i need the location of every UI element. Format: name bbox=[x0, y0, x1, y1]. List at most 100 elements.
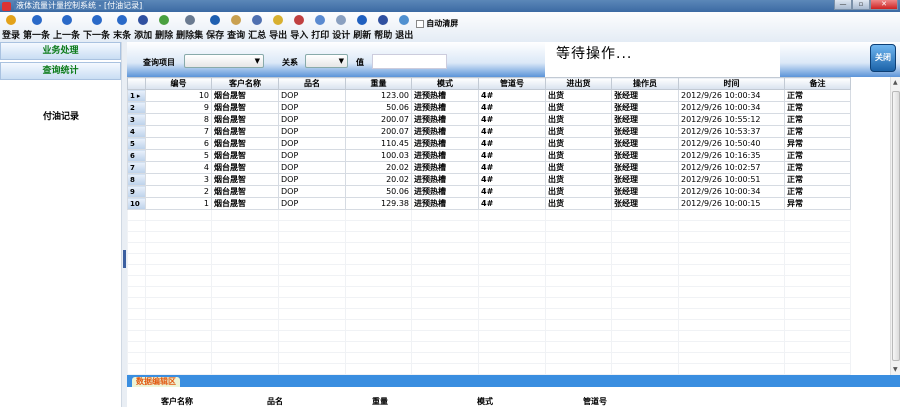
cell-7[interactable]: 张经理 bbox=[611, 173, 679, 186]
toolbar-button-5[interactable]: 添加 bbox=[134, 12, 152, 41]
cell-9[interactable]: 正常 bbox=[784, 161, 851, 174]
sidebar-button-query-stats[interactable]: 查询统计 bbox=[0, 62, 121, 80]
toolbar-button-15[interactable]: 刷新 bbox=[353, 12, 371, 41]
cell-0[interactable]: 1 bbox=[145, 197, 212, 210]
column-header[interactable]: 备注 bbox=[784, 77, 851, 90]
toolbar-button-17[interactable]: 退出 bbox=[395, 12, 413, 41]
row-number[interactable]: 5 bbox=[127, 137, 146, 150]
cell-3[interactable]: 50.06 bbox=[345, 185, 412, 198]
cell-9[interactable]: 正常 bbox=[784, 89, 851, 102]
toolbar-button-2[interactable]: 上一条 bbox=[53, 12, 80, 41]
checkbox-box[interactable] bbox=[416, 19, 425, 28]
cell-2[interactable]: DOP bbox=[278, 197, 346, 210]
column-header[interactable]: 管道号 bbox=[478, 77, 546, 90]
column-header[interactable]: 客户名称 bbox=[211, 77, 279, 90]
cell-9[interactable]: 正常 bbox=[784, 149, 851, 162]
cell-3[interactable]: 129.38 bbox=[345, 197, 412, 210]
toolbar-button-0[interactable]: 登录 bbox=[2, 12, 20, 41]
cell-7[interactable]: 张经理 bbox=[611, 125, 679, 138]
column-header[interactable]: 模式 bbox=[411, 77, 479, 90]
cell-5[interactable]: 4# bbox=[478, 101, 546, 114]
query-item-select[interactable]: ▼ bbox=[184, 54, 264, 68]
table-row[interactable]: 7 4 烟台晟智 DOP 20.02 进预热槽 4# 出货 张经理 2012/9/26 10:02… bbox=[127, 161, 851, 174]
column-header[interactable]: 操作员 bbox=[611, 77, 679, 90]
cell-5[interactable]: 4# bbox=[478, 125, 546, 138]
sidebar-item-fuel-records[interactable]: 付油记录 bbox=[0, 109, 122, 122]
cell-2[interactable]: DOP bbox=[278, 161, 346, 174]
toolbar-button-4[interactable]: 末条 bbox=[113, 12, 131, 41]
cell-5[interactable]: 4# bbox=[478, 161, 546, 174]
cell-8[interactable]: 2012/9/26 10:16:35 bbox=[678, 149, 785, 162]
cell-3[interactable]: 20.02 bbox=[345, 173, 412, 186]
cell-4[interactable]: 进预热槽 bbox=[411, 161, 479, 174]
cell-0[interactable]: 9 bbox=[145, 101, 212, 114]
cell-2[interactable]: DOP bbox=[278, 137, 346, 150]
row-number[interactable]: 10 bbox=[127, 197, 146, 210]
cell-5[interactable]: 4# bbox=[478, 113, 546, 126]
cell-3[interactable]: 50.06 bbox=[345, 101, 412, 114]
cell-0[interactable]: 3 bbox=[145, 173, 212, 186]
auto-clear-checkbox[interactable]: 自动清屏 bbox=[416, 18, 458, 29]
cell-5[interactable]: 4# bbox=[478, 149, 546, 162]
cell-5[interactable]: 4# bbox=[478, 197, 546, 210]
column-header[interactable]: 编号 bbox=[145, 77, 212, 90]
splitter-handle[interactable] bbox=[123, 250, 126, 268]
maximize-button[interactable]: ▫ bbox=[852, 0, 870, 10]
row-number[interactable]: 2 bbox=[127, 101, 146, 114]
minimize-button[interactable]: — bbox=[834, 0, 852, 10]
cell-7[interactable]: 张经理 bbox=[611, 89, 679, 102]
cell-6[interactable]: 出货 bbox=[545, 125, 612, 138]
table-row[interactable]: 6 5 烟台晟智 DOP 100.03 进预热槽 4# 出货 张经理 2012/9/26 10:1… bbox=[127, 149, 851, 162]
toolbar-button-16[interactable]: 帮助 bbox=[374, 12, 392, 41]
cell-1[interactable]: 烟台晟智 bbox=[211, 101, 279, 114]
cell-8[interactable]: 2012/9/26 10:00:34 bbox=[678, 101, 785, 114]
cell-2[interactable]: DOP bbox=[278, 125, 346, 138]
close-button[interactable]: 关闭 bbox=[870, 44, 896, 72]
cell-9[interactable]: 正常 bbox=[784, 125, 851, 138]
cell-8[interactable]: 2012/9/26 10:53:37 bbox=[678, 125, 785, 138]
cell-6[interactable]: 出货 bbox=[545, 89, 612, 102]
cell-9[interactable]: 正常 bbox=[784, 173, 851, 186]
cell-6[interactable]: 出货 bbox=[545, 161, 612, 174]
table-row[interactable]: 4 7 烟台晟智 DOP 200.07 进预热槽 4# 出货 张经理 2012/9/26 10:5… bbox=[127, 125, 851, 138]
cell-9[interactable]: 正常 bbox=[784, 113, 851, 126]
table-row[interactable]: 9 2 烟台晟智 DOP 50.06 进预热槽 4# 出货 张经理 2012/9/26 10:00… bbox=[127, 185, 851, 198]
row-number[interactable]: 8 bbox=[127, 173, 146, 186]
toolbar-button-14[interactable]: 设计 bbox=[332, 12, 350, 41]
cell-1[interactable]: 烟台晟智 bbox=[211, 89, 279, 102]
cell-8[interactable]: 2012/9/26 10:50:40 bbox=[678, 137, 785, 150]
cell-1[interactable]: 烟台晟智 bbox=[211, 185, 279, 198]
cell-2[interactable]: DOP bbox=[278, 149, 346, 162]
cell-3[interactable]: 20.02 bbox=[345, 161, 412, 174]
row-number[interactable]: 6 bbox=[127, 149, 146, 162]
cell-4[interactable]: 进预热槽 bbox=[411, 185, 479, 198]
toolbar-button-11[interactable]: 导出 bbox=[269, 12, 287, 41]
cell-8[interactable]: 2012/9/26 10:02:57 bbox=[678, 161, 785, 174]
cell-9[interactable]: 异常 bbox=[784, 197, 851, 210]
cell-8[interactable]: 2012/9/26 10:00:15 bbox=[678, 197, 785, 210]
cell-4[interactable]: 进预热槽 bbox=[411, 101, 479, 114]
cell-3[interactable]: 200.07 bbox=[345, 125, 412, 138]
row-number[interactable]: 9 bbox=[127, 185, 146, 198]
cell-4[interactable]: 进预热槽 bbox=[411, 113, 479, 126]
toolbar-button-6[interactable]: 删除 bbox=[155, 12, 173, 41]
cell-7[interactable]: 张经理 bbox=[611, 149, 679, 162]
cell-7[interactable]: 张经理 bbox=[611, 161, 679, 174]
toolbar-button-8[interactable]: 保存 bbox=[206, 12, 224, 41]
scrollbar-thumb[interactable] bbox=[892, 91, 900, 361]
cell-6[interactable]: 出货 bbox=[545, 137, 612, 150]
vertical-scrollbar[interactable]: ▲ ▼ bbox=[890, 77, 900, 375]
cell-5[interactable]: 4# bbox=[478, 137, 546, 150]
cell-7[interactable]: 张经理 bbox=[611, 113, 679, 126]
scroll-down-icon[interactable]: ▼ bbox=[893, 366, 898, 373]
toolbar-button-10[interactable]: 汇总 bbox=[248, 12, 266, 41]
row-number[interactable]: 3 bbox=[127, 113, 146, 126]
cell-1[interactable]: 烟台晟智 bbox=[211, 149, 279, 162]
value-input[interactable] bbox=[372, 54, 447, 69]
toolbar-button-12[interactable]: 导入 bbox=[290, 12, 308, 41]
cell-8[interactable]: 2012/9/26 10:00:34 bbox=[678, 89, 785, 102]
cell-7[interactable]: 张经理 bbox=[611, 197, 679, 210]
relation-select[interactable]: ▼ bbox=[305, 54, 348, 68]
cell-0[interactable]: 10 bbox=[145, 89, 212, 102]
table-row[interactable]: 8 3 烟台晟智 DOP 20.02 进预热槽 4# 出货 张经理 2012/9/26 10:00… bbox=[127, 173, 851, 186]
